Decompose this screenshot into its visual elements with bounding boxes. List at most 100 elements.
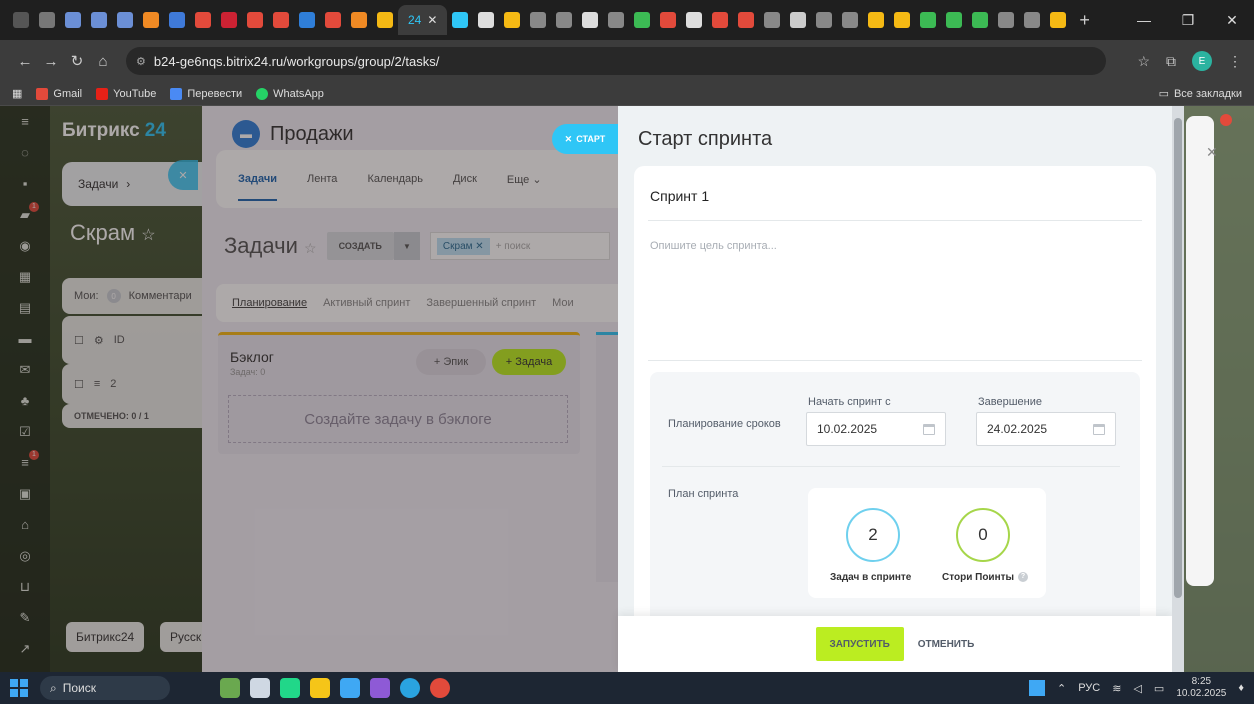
add-epic-button[interactable]: + Эпик	[416, 349, 486, 375]
taskbar-search[interactable]: ⌕ Поиск	[40, 676, 170, 700]
tab-planning[interactable]: Планирование	[232, 297, 307, 309]
tab-favicon[interactable]	[504, 12, 521, 28]
close-slider-icon[interactable]: ✕	[168, 160, 198, 190]
browser-menu-icon[interactable]: ⋮	[1228, 53, 1242, 70]
tab-favicon[interactable]	[764, 12, 781, 28]
tab-favicon[interactable]	[946, 12, 963, 28]
volume-icon[interactable]: ◁	[1133, 682, 1141, 695]
tab-favicon[interactable]	[452, 12, 469, 28]
tray-app-icon[interactable]	[1028, 680, 1045, 696]
windows-start-icon[interactable]	[10, 679, 28, 697]
tab-favicon[interactable]	[608, 12, 625, 28]
tab-favicon[interactable]	[169, 12, 185, 28]
chrome-icon[interactable]	[430, 678, 450, 698]
restore-icon[interactable]: ❐	[1166, 0, 1210, 40]
site-info-icon[interactable]: ⚙	[136, 55, 146, 68]
favorite-star-icon[interactable]: ☆	[141, 227, 155, 244]
tab-favicon[interactable]	[868, 12, 885, 28]
tab-favicon[interactable]	[842, 12, 859, 28]
tab-favicon[interactable]	[478, 12, 495, 28]
battery-icon[interactable]: ▭	[1154, 682, 1164, 695]
nav-tasks-icon[interactable]: ☑	[0, 416, 50, 447]
sprint-goal-textarea[interactable]: Опишите цель спринта...	[650, 240, 777, 252]
nav-filter-icon[interactable]: ≡ 1	[0, 447, 50, 478]
tab-favicon[interactable]	[738, 12, 755, 28]
all-bookmarks[interactable]: ▭ Все закладки	[1159, 87, 1242, 101]
filter-tag[interactable]: Скрам ✕	[436, 237, 490, 255]
select-all-checkbox[interactable]: ☐	[74, 334, 84, 347]
bookmark-youtube[interactable]: YouTube	[96, 87, 156, 100]
nav-item-icon[interactable]: ◉	[0, 230, 50, 261]
row-checkbox[interactable]: ☐	[74, 378, 84, 391]
chevron-up-icon[interactable]: ⌃	[1057, 682, 1066, 695]
mail-icon[interactable]	[340, 678, 360, 698]
tab-favicon[interactable]	[1024, 12, 1041, 28]
nav-item-icon[interactable]: ◌	[0, 137, 50, 168]
start-sprint-button[interactable]: ЗАПУСТИТЬ	[815, 627, 904, 661]
tab-favicon[interactable]	[660, 12, 677, 28]
tab-favicon[interactable]	[920, 12, 937, 28]
tab-active-sprint[interactable]: Активный спринт	[323, 297, 410, 309]
taskbar-app-icon[interactable]	[250, 678, 270, 698]
telegram-icon[interactable]	[400, 678, 420, 698]
tab-disk[interactable]: Диск	[453, 173, 477, 185]
tab-favicon[interactable]	[686, 12, 703, 28]
tab-favicon[interactable]	[143, 12, 159, 28]
nav-cart-icon[interactable]: ⊔	[0, 571, 50, 602]
clock[interactable]: 8:25 10.02.2025	[1176, 676, 1226, 700]
tab-favicon[interactable]	[65, 12, 81, 28]
tab-favicon[interactable]	[790, 12, 807, 28]
nav-calendar-icon[interactable]: ▦	[0, 261, 50, 292]
apps-grid-icon[interactable]: ▦	[12, 87, 22, 100]
tab-favicon[interactable]	[221, 12, 237, 28]
taskbar-app-icon[interactable]	[220, 678, 240, 698]
extensions-icon[interactable]: ⧉	[1166, 53, 1176, 70]
taskbar-app-icon[interactable]	[280, 678, 300, 698]
tab-feed[interactable]: Лента	[307, 173, 337, 185]
language-indicator[interactable]: РУС	[1078, 682, 1100, 694]
notification-bell-icon[interactable]: ♦	[1238, 682, 1244, 694]
tab-favicon[interactable]	[299, 12, 315, 28]
tab-mine[interactable]: Мои	[552, 297, 574, 309]
breadcrumb[interactable]: Задачи ›	[62, 162, 222, 206]
wifi-icon[interactable]: ≋	[1112, 682, 1121, 695]
bookmark-gmail[interactable]: Gmail	[36, 87, 82, 100]
create-button[interactable]: СОЗДАТЬ	[326, 232, 394, 260]
tab-favicon[interactable]	[247, 12, 263, 28]
tab-favicon[interactable]	[972, 12, 989, 28]
start-date-input[interactable]: 10.02.2025	[806, 412, 946, 446]
nav-item-icon[interactable]: ▪	[0, 168, 50, 199]
new-tab-plus-icon[interactable]: +	[1079, 10, 1090, 31]
menu-hamburger-icon[interactable]: ≡	[0, 106, 50, 137]
active-tab[interactable]: 24 ✕	[398, 5, 448, 35]
close-icon[interactable]: ✕	[1206, 144, 1218, 161]
home-icon[interactable]: ⌂	[90, 53, 116, 70]
nav-people-icon[interactable]: ♣	[0, 385, 50, 416]
nav-document-icon[interactable]: ▤	[0, 292, 50, 323]
bitrix-logo[interactable]: Битрикс 24	[50, 106, 220, 156]
add-task-button[interactable]: + Задача	[492, 349, 566, 375]
nav-bank-icon[interactable]: ⌂	[0, 509, 50, 540]
reload-icon[interactable]: ↻	[64, 52, 90, 70]
url-field[interactable]: ⚙ b24-ge6nqs.bitrix24.ru/workgroups/grou…	[126, 47, 1106, 75]
close-sprint-slider-button[interactable]: ✕ СТАРТ	[552, 124, 618, 154]
comments-label[interactable]: Комментари	[129, 290, 192, 302]
drag-handle-icon[interactable]: ≡	[94, 378, 100, 390]
tab-favicon[interactable]	[1050, 12, 1067, 28]
profile-avatar[interactable]: E	[1192, 51, 1212, 71]
tab-favicon[interactable]	[998, 12, 1015, 28]
gear-icon[interactable]: ⚙	[94, 334, 104, 347]
tab-calendar[interactable]: Календарь	[367, 173, 423, 185]
tab-close-icon[interactable]: ✕	[427, 13, 437, 27]
nav-item-icon[interactable]: ▬	[0, 323, 50, 354]
tab-completed-sprint[interactable]: Завершенный спринт	[426, 297, 536, 309]
help-icon[interactable]: ?	[1018, 572, 1029, 583]
tab-favicon[interactable]	[816, 12, 833, 28]
nav-target-icon[interactable]: ◎	[0, 540, 50, 571]
nav-mail-icon[interactable]: ✉	[0, 354, 50, 385]
tab-favicon[interactable]	[582, 12, 599, 28]
end-date-input[interactable]: 24.02.2025	[976, 412, 1116, 446]
tab-favicon[interactable]	[195, 12, 211, 28]
bookmark-star-icon[interactable]: ☆	[1137, 53, 1150, 70]
nav-chat-icon[interactable]: ▰ 1	[0, 199, 50, 230]
